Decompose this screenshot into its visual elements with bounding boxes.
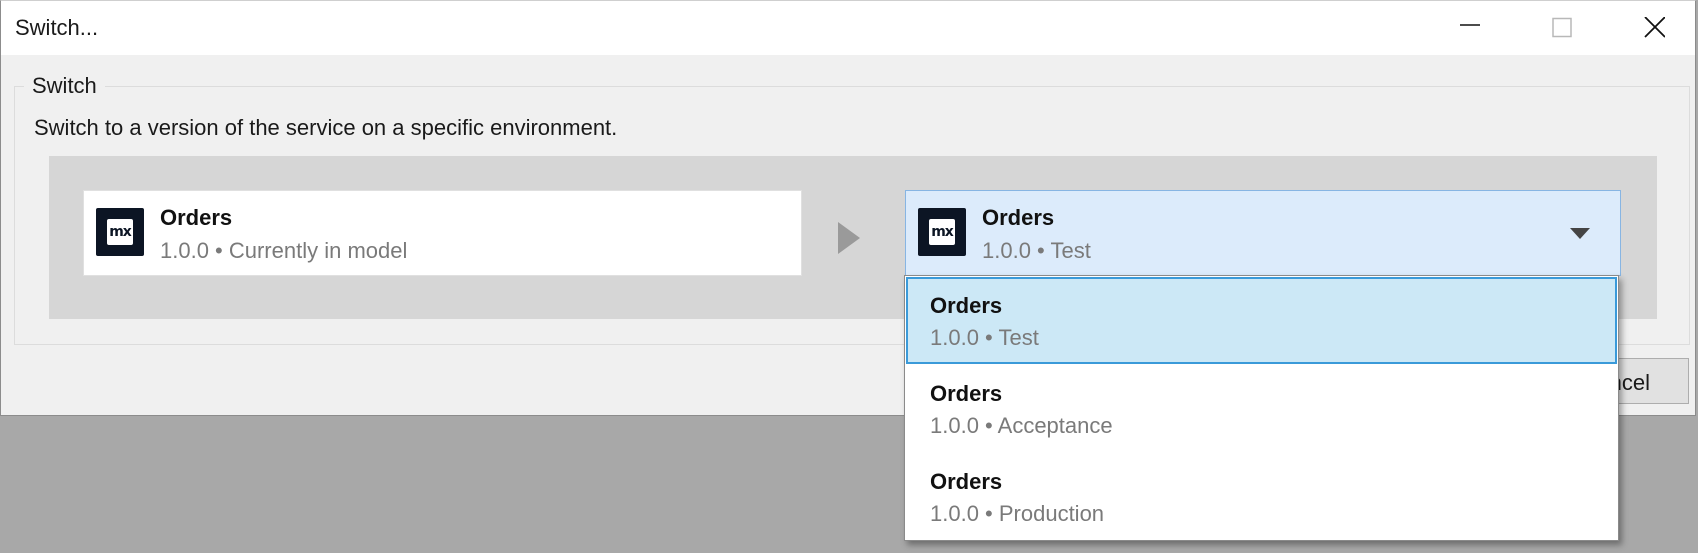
window-title: Switch... [15,15,99,40]
maximize-button[interactable] [1519,1,1605,55]
option-name: Orders [930,469,1003,494]
option-detail: 1.0.0 • Production [930,501,1105,526]
current-version-card: mx Orders 1.0.0 • Currently in model [83,190,802,276]
maximize-icon [1552,17,1572,38]
dropdown-option-test[interactable]: Orders 1.0.0 • Test [906,277,1617,364]
title-bar: Switch... [1,1,1695,55]
option-detail: 1.0.0 • Acceptance [930,413,1113,438]
chevron-down-icon[interactable] [1570,228,1590,240]
minimize-icon [1460,24,1480,26]
target-service-name: Orders [982,205,1055,230]
close-icon [1644,17,1665,38]
minimize-button[interactable] [1427,1,1513,55]
mendix-logo-icon: mx [96,208,144,256]
current-service-name: Orders [160,205,233,230]
target-version-dropdown[interactable]: mx Orders 1.0.0 • Test [905,190,1621,276]
option-name: Orders [930,381,1003,406]
group-legend: Switch [32,73,97,98]
current-service-detail: 1.0.0 • Currently in model [160,238,408,263]
dropdown-option-production[interactable]: Orders 1.0.0 • Production [906,453,1617,540]
group-description: Switch to a version of the service on a … [34,115,618,140]
target-service-detail: 1.0.0 • Test [982,238,1091,263]
option-detail: 1.0.0 • Test [930,325,1039,350]
dropdown-option-acceptance[interactable]: Orders 1.0.0 • Acceptance [906,365,1617,452]
arrow-right-icon [838,222,860,254]
mendix-logo-icon: mx [918,208,966,256]
option-name: Orders [930,293,1003,318]
version-dropdown-list: Orders 1.0.0 • Test Orders 1.0.0 • Accep… [904,275,1619,541]
close-button[interactable] [1611,1,1697,55]
